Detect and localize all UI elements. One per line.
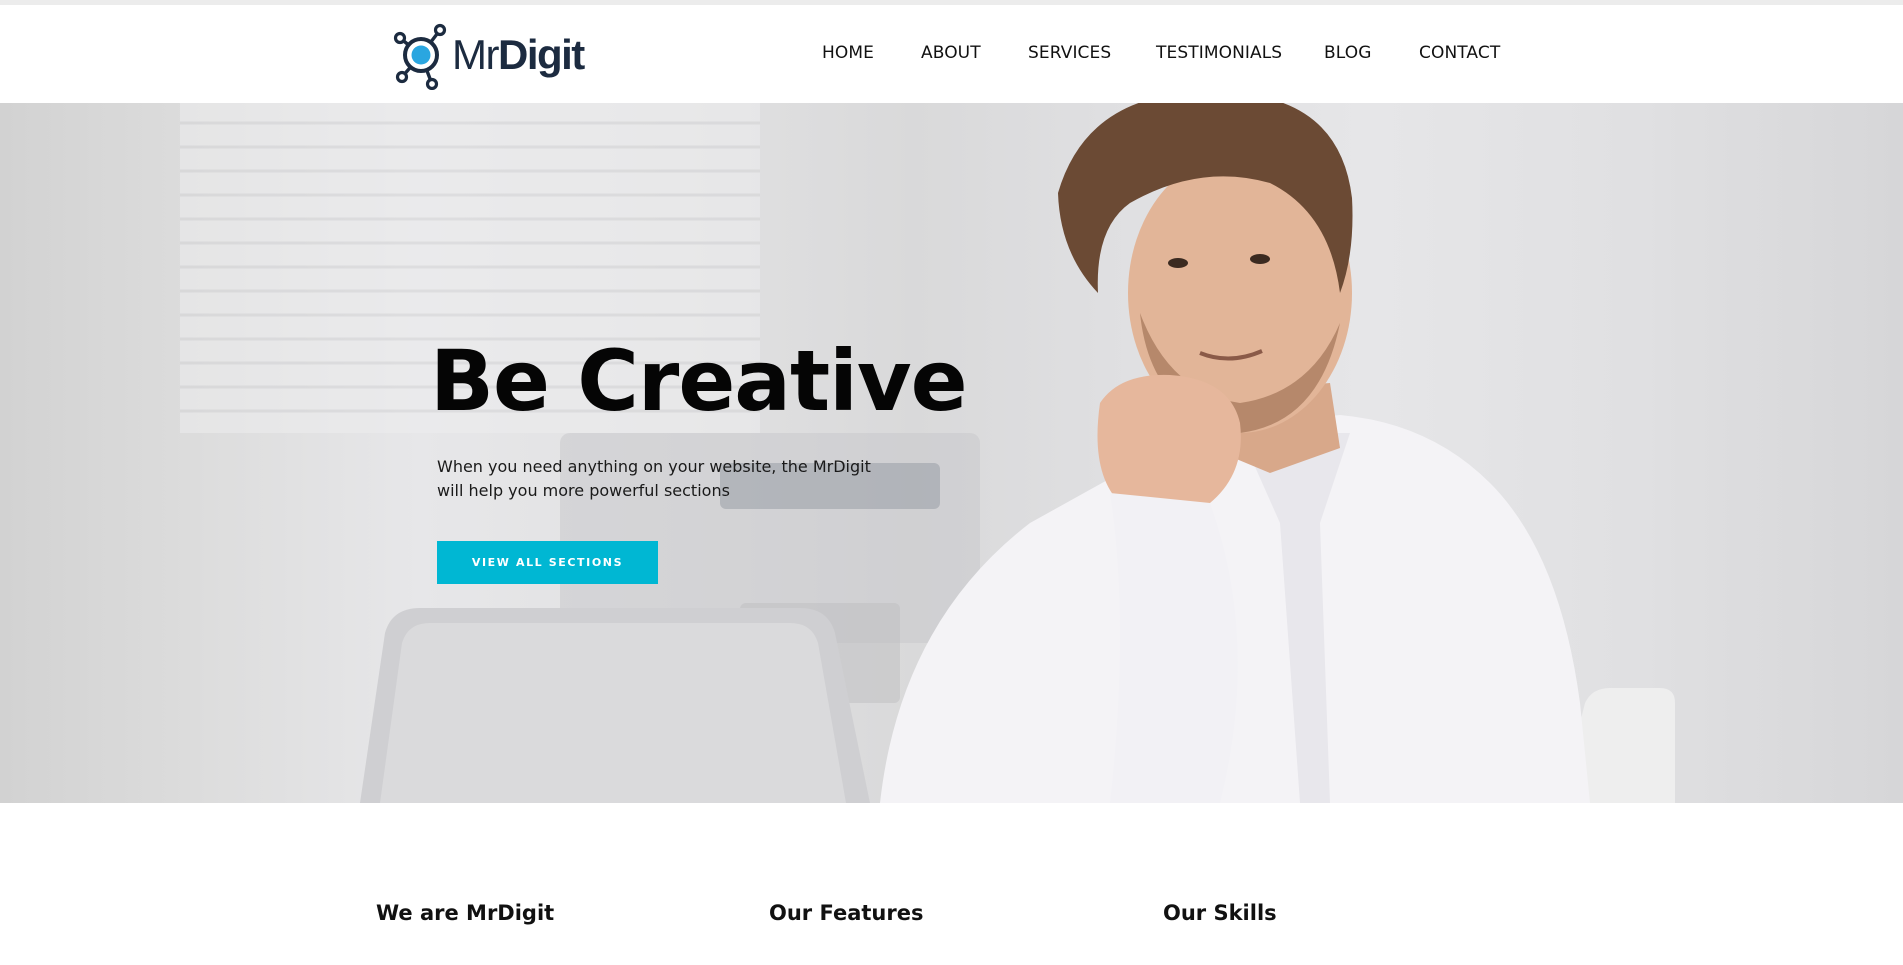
- main-nav: HOME ABOUT SERVICES TESTIMONIALS BLOG CO…: [0, 5, 1903, 103]
- section-heading-about: We are MrDigit: [376, 901, 555, 925]
- section-heading-features: Our Features: [769, 901, 924, 925]
- hero-title: Be Creative: [430, 332, 968, 430]
- section-heading-skills: Our Skills: [1163, 901, 1277, 925]
- site-header: MrDigit HOME ABOUT SERVICES TESTIMONIALS…: [0, 5, 1903, 103]
- hero-subtitle: When you need anything on your website, …: [437, 457, 871, 500]
- nav-services[interactable]: SERVICES: [1028, 43, 1111, 63]
- man-in-office-photo: [180, 103, 1675, 803]
- nav-about[interactable]: ABOUT: [921, 43, 981, 63]
- nav-blog[interactable]: BLOG: [1324, 43, 1371, 63]
- nav-home[interactable]: HOME: [822, 43, 874, 63]
- nav-contact[interactable]: CONTACT: [1419, 43, 1500, 63]
- nav-testimonials[interactable]: TESTIMONIALS: [1156, 43, 1282, 63]
- hero-banner: Be Creative When you need anything on yo…: [0, 103, 1903, 803]
- view-all-sections-button[interactable]: VIEW ALL SECTIONS: [437, 541, 658, 584]
